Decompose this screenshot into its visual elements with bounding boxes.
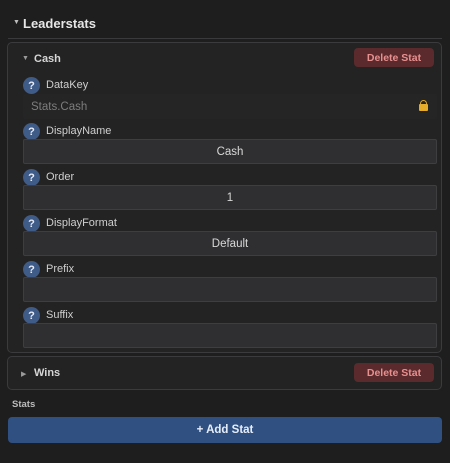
triangle-down-icon[interactable]: ▼ [22,55,29,62]
field-label-prefix: Prefix [46,263,75,275]
prefix-field[interactable] [23,277,437,302]
suffix-field[interactable] [23,323,437,348]
datakey-value: Stats.Cash [31,100,88,113]
field-label-displayname: DisplayName [46,125,112,137]
field-label-displayformat: DisplayFormat [46,217,117,229]
stat-card-cash: ▼ Cash Delete Stat ? DataKey Stats.Cash … [7,42,442,353]
field-label-suffix: Suffix [46,309,74,321]
displayname-field[interactable]: Cash [23,139,437,164]
section-title: Leaderstats [23,16,96,31]
question-icon[interactable]: ? [23,123,40,140]
delete-stat-button[interactable]: Delete Stat [354,48,434,67]
stat-card-header-wins[interactable]: ▶ Wins Delete Stat [8,357,441,389]
order-field[interactable]: 1 [23,185,437,210]
leaderstats-section-header[interactable]: ▼ Leaderstats [0,0,450,40]
stat-card-header-cash[interactable]: ▼ Cash Delete Stat [8,43,441,75]
field-label-datakey: DataKey [46,79,89,91]
question-icon[interactable]: ? [23,261,40,278]
question-icon[interactable]: ? [23,169,40,186]
triangle-right-icon[interactable]: ▶ [21,370,26,378]
stat-name: Wins [34,367,61,379]
add-stat-button[interactable]: + Add Stat [8,417,442,443]
question-icon[interactable]: ? [23,215,40,232]
stats-caption: Stats [12,399,36,410]
stat-name: Cash [34,53,61,65]
delete-stat-button[interactable]: Delete Stat [354,363,434,382]
field-label-order: Order [46,171,75,183]
question-icon[interactable]: ? [23,77,40,94]
lock-icon [419,100,428,111]
field-label-row-datakey: ? DataKey [23,77,323,95]
question-icon[interactable]: ? [23,307,40,324]
stat-card-wins: ▶ Wins Delete Stat [7,356,442,390]
datakey-field: Stats.Cash [23,94,437,119]
displayformat-field[interactable]: Default [23,231,437,256]
section-divider [8,38,442,39]
triangle-down-icon[interactable]: ▼ [13,19,20,26]
